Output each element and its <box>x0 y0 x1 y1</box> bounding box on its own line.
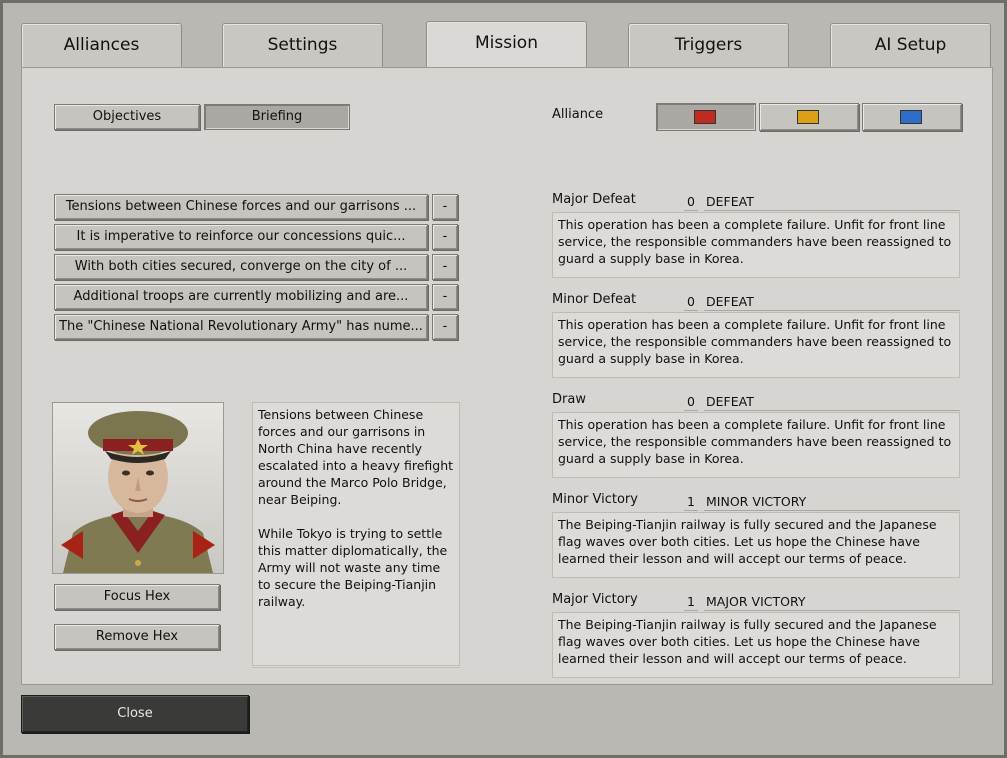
tab-mission[interactable]: Mission <box>426 21 587 69</box>
focus-hex-button[interactable]: Focus Hex <box>54 584 220 610</box>
remove-hex-button[interactable]: Remove Hex <box>54 624 220 650</box>
alliance-blue-swatch <box>900 110 922 124</box>
alliance-yellow-button[interactable] <box>759 103 859 131</box>
outcome-result-input[interactable]: DEFEAT <box>704 394 960 411</box>
tab-settings[interactable]: Settings <box>222 23 383 67</box>
outcome-result-input[interactable]: DEFEAT <box>704 294 960 311</box>
alliance-blue-button[interactable] <box>862 103 962 131</box>
outcome-points-input[interactable]: 1 <box>684 494 698 511</box>
briefing-item[interactable]: The "Chinese National Revolutionary Army… <box>54 314 428 340</box>
briefing-item-remove-button[interactable]: - <box>432 194 458 220</box>
outcome-text-area[interactable]: The Beiping-Tianjin railway is fully sec… <box>552 512 960 578</box>
outcome-label: Major Victory <box>552 592 638 607</box>
next-portrait-arrow-icon[interactable] <box>193 531 215 559</box>
briefing-item[interactable]: Tensions between Chinese forces and our … <box>54 194 428 220</box>
outcome-result-input[interactable]: MINOR VICTORY <box>704 494 960 511</box>
outcome-label: Major Defeat <box>552 192 636 207</box>
close-button[interactable]: Close <box>21 695 249 733</box>
outcome-result-input[interactable]: MAJOR VICTORY <box>704 594 960 611</box>
outcome-points-input[interactable]: 0 <box>684 194 698 211</box>
tab-alliances[interactable]: Alliances <box>21 23 182 67</box>
outcome-label: Minor Victory <box>552 492 638 507</box>
briefing-item-remove-button[interactable]: - <box>432 254 458 280</box>
outcome-text-area[interactable]: This operation has been a complete failu… <box>552 412 960 478</box>
outcome-text-area[interactable]: This operation has been a complete failu… <box>552 212 960 278</box>
previous-portrait-arrow-icon[interactable] <box>61 531 83 559</box>
tab-ai-setup[interactable]: AI Setup <box>830 23 991 67</box>
alliance-red-swatch <box>694 110 716 124</box>
briefing-item-remove-button[interactable]: - <box>432 224 458 250</box>
briefing-item[interactable]: It is imperative to reinforce our conces… <box>54 224 428 250</box>
alliance-yellow-swatch <box>797 110 819 124</box>
outcome-result-input[interactable]: DEFEAT <box>704 194 960 211</box>
tab-triggers[interactable]: Triggers <box>628 23 789 67</box>
outcome-points-input[interactable]: 0 <box>684 294 698 311</box>
outcome-label: Draw <box>552 392 586 407</box>
alliance-label: Alliance <box>552 107 604 122</box>
outcome-text-area[interactable]: This operation has been a complete failu… <box>552 312 960 378</box>
briefing-text-area[interactable]: Tensions between Chinese forces and our … <box>252 402 460 668</box>
mission-editor-window: Alliances Settings Mission Triggers AI S… <box>0 0 1007 758</box>
briefing-item-remove-button[interactable]: - <box>432 284 458 310</box>
outcome-text-area[interactable]: The Beiping-Tianjin railway is fully sec… <box>552 612 960 678</box>
outcome-label: Minor Defeat <box>552 292 637 307</box>
briefing-item[interactable]: Additional troops are currently mobilizi… <box>54 284 428 310</box>
mission-panel: Objectives Briefing Alliance Tensions be… <box>21 67 993 685</box>
briefing-item-remove-button[interactable]: - <box>432 314 458 340</box>
portrait-frame <box>52 402 224 574</box>
outcome-points-input[interactable]: 1 <box>684 594 698 611</box>
briefing-button[interactable]: Briefing <box>204 104 350 130</box>
objectives-button[interactable]: Objectives <box>54 104 200 130</box>
alliance-red-button[interactable] <box>656 103 756 131</box>
briefing-item[interactable]: With both cities secured, converge on th… <box>54 254 428 280</box>
outcome-points-input[interactable]: 0 <box>684 394 698 411</box>
